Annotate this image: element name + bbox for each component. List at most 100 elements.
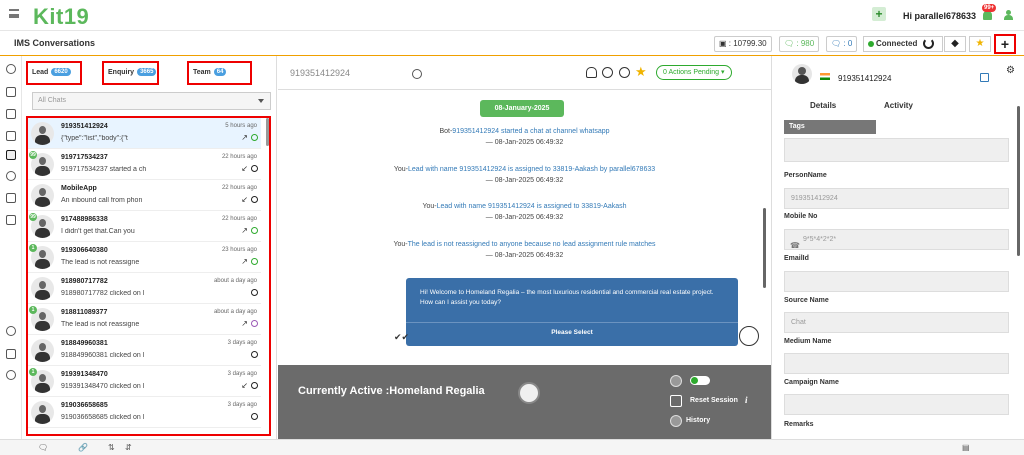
chat-preview: I didn't get that.Can you: [61, 228, 135, 235]
top-bar: Kit19 + Hi parallel678633 99+: [0, 0, 1024, 31]
flow-icon[interactable]: [518, 382, 540, 404]
inbox-icon[interactable]: [6, 193, 16, 203]
list-item[interactable]: 99 919717534237 919717534237 started a c…: [28, 149, 261, 180]
notification-bell-icon[interactable]: [983, 11, 992, 20]
info-icon[interactable]: i: [745, 395, 748, 405]
campaign-icon[interactable]: [6, 131, 16, 141]
mobile-field[interactable]: ☎ 9*5*4*2*2*: [784, 229, 1009, 250]
actions-pending-dropdown[interactable]: 0 Actions Pending ▾: [656, 65, 732, 80]
chat-bubbles-icon[interactable]: 🗨: [38, 443, 48, 452]
history-icon[interactable]: [670, 415, 682, 427]
tab-enquiry[interactable]: Enquiry 3665: [102, 61, 159, 85]
india-flag-icon: [820, 73, 830, 80]
settings-gears-icon[interactable]: ⚙: [1006, 65, 1015, 76]
whatsapp-icon: [412, 69, 422, 79]
source-name-field[interactable]: Chat: [784, 312, 1009, 333]
user-profile-icon[interactable]: [1004, 10, 1013, 20]
bot-icon[interactable]: [602, 67, 613, 78]
list-item[interactable]: 1 918811089377 The lead is not reassigne…: [28, 304, 261, 335]
history-button[interactable]: History: [686, 417, 710, 424]
chat-number: 917488986338: [61, 216, 108, 223]
new-conversation-button[interactable]: +: [994, 34, 1016, 54]
chat-number: 919717534237: [61, 154, 108, 161]
chat-preview: 919036658685 clicked on l: [61, 414, 145, 421]
avatar: [31, 122, 54, 145]
avatar: [31, 401, 54, 424]
wallet-balance[interactable]: ▣ : 10799.30: [714, 36, 772, 52]
help-icon[interactable]: [6, 370, 16, 380]
bot-toggle-switch[interactable]: [690, 376, 710, 385]
tab-details[interactable]: Details: [810, 101, 836, 110]
event-text: The lead is not reassigned to anyone bec…: [407, 241, 656, 248]
search-icon[interactable]: [6, 64, 16, 74]
app-logo[interactable]: Kit19: [33, 4, 89, 30]
profile-scrollbar[interactable]: [1017, 106, 1020, 256]
medium-name-field[interactable]: [784, 353, 1009, 374]
chat-status: ↙: [241, 381, 258, 390]
event-prefix: You-: [393, 241, 408, 248]
reset-session-button[interactable]: Reset Session: [690, 397, 738, 404]
message-count[interactable]: 🗨 : 0: [826, 36, 858, 52]
chat-preview: The lead is not reassigne: [61, 321, 140, 328]
chat-status: ↗: [241, 319, 258, 328]
tools-icon[interactable]: [6, 215, 16, 225]
mobile-value: 9*5*4*2*2*: [803, 236, 837, 243]
reset-session-icon[interactable]: [670, 395, 682, 407]
person-name-field[interactable]: 919351412924: [784, 188, 1009, 209]
filter-sliders-icon[interactable]: ⇵: [125, 443, 132, 452]
chat-filter-select[interactable]: All Chats: [32, 92, 271, 110]
tab-lead[interactable]: Lead 6620: [26, 61, 82, 85]
chat-list-scrollbar[interactable]: [266, 118, 269, 146]
refresh-icon[interactable]: [923, 38, 934, 49]
tab-enquiry-count: 3665: [137, 68, 157, 77]
chat-preview: The lead is not reassigne: [61, 259, 140, 266]
sort-icon[interactable]: ⇅: [108, 443, 115, 452]
reports-icon[interactable]: [6, 109, 16, 119]
conversation-scrollbar[interactable]: [763, 208, 766, 288]
list-item[interactable]: 918980717782 918980717782 clicked on l a…: [28, 273, 261, 304]
message-count-value: 0: [847, 39, 853, 48]
whatsapp-icon: [251, 165, 258, 173]
username-label[interactable]: Hi parallel678633: [903, 11, 976, 21]
chat-status: ↙: [241, 195, 258, 204]
list-item[interactable]: 919351412924 {"type":"list","body":{"t 5…: [28, 118, 261, 149]
bell-icon[interactable]: [586, 67, 597, 78]
page-title: IMS Conversations: [14, 38, 96, 48]
favorites-button[interactable]: ★: [969, 36, 991, 52]
list-item[interactable]: 1 919391348470 919391348470 clicked on l…: [28, 366, 261, 397]
instagram-icon: [251, 320, 258, 328]
sync-icon[interactable]: [6, 171, 16, 181]
external-link-icon[interactable]: [980, 73, 989, 82]
direction-arrow-icon: ↗: [241, 226, 248, 235]
tab-team[interactable]: Team 64: [187, 61, 252, 85]
event-prefix: You-: [422, 203, 437, 210]
tab-team-label: Team: [193, 69, 211, 76]
bot-message-bubble: Hi! Welcome to Homeland Regalia – the mo…: [406, 278, 738, 346]
star-icon[interactable]: ★: [635, 64, 647, 80]
settings-icon[interactable]: [6, 326, 16, 336]
chat-status: ↗: [241, 133, 258, 142]
list-item[interactable]: MobileApp An inbound call from phon 22 h…: [28, 180, 261, 211]
tags-field[interactable]: [784, 138, 1009, 162]
notes-icon[interactable]: ▤: [962, 443, 970, 452]
list-item[interactable]: 1 919306640380 The lead is not reassigne…: [28, 242, 261, 273]
please-select-button[interactable]: Please Select: [406, 322, 738, 338]
chat-count[interactable]: 🗨 : 980: [779, 36, 820, 52]
event-timestamp: — 08-Jan-2025 06:49:32: [485, 177, 564, 184]
field-label: EmailId: [784, 255, 809, 262]
chat-status: [248, 412, 258, 421]
block-icon[interactable]: [619, 67, 630, 78]
email-field[interactable]: [784, 271, 1009, 292]
campaign-name-field[interactable]: [784, 394, 1009, 415]
hamburger-menu-icon[interactable]: [9, 9, 19, 18]
tab-activity[interactable]: Activity: [884, 101, 913, 110]
list-item[interactable]: 919036658685 919036658685 clicked on l 3…: [28, 397, 261, 428]
conversations-icon[interactable]: [6, 150, 16, 160]
export-icon[interactable]: [6, 349, 16, 359]
tags-button[interactable]: ◆: [944, 36, 966, 52]
filters-icon[interactable]: [6, 87, 16, 97]
quick-add-button[interactable]: +: [872, 7, 886, 21]
list-item[interactable]: 918849960381 918849960381 clicked on l 3…: [28, 335, 261, 366]
list-item[interactable]: 99 917488986338 I didn't get that.Can yo…: [28, 211, 261, 242]
attachment-icon[interactable]: 🔗: [78, 443, 88, 452]
